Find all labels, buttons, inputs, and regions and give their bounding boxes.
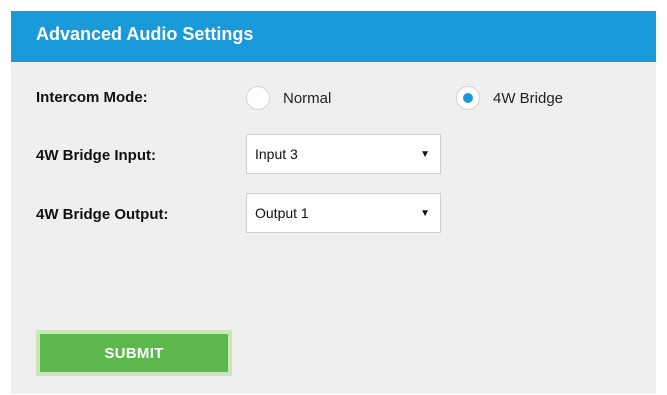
advanced-audio-settings-panel: Advanced Audio Settings Intercom Mode: N… (11, 11, 656, 394)
bridge-output-select[interactable]: Output 1 ▼ (246, 193, 441, 233)
bridge-output-label: 4W Bridge Output: (36, 206, 169, 223)
radio-4w-bridge-label[interactable]: 4W Bridge (493, 90, 563, 107)
panel-title: Advanced Audio Settings (11, 11, 656, 62)
radio-4w-bridge[interactable]: 4W Bridge (456, 86, 563, 110)
dropdown-caret-icon: ▼ (420, 148, 430, 160)
radio-4w-bridge-circle[interactable] (456, 86, 480, 110)
bridge-input-label: 4W Bridge Input: (36, 147, 156, 164)
bridge-input-select[interactable]: Input 3 ▼ (246, 134, 441, 174)
dropdown-caret-icon: ▼ (420, 207, 430, 219)
intercom-mode-label: Intercom Mode: (36, 89, 148, 106)
submit-button-frame: SUBMIT (36, 330, 232, 376)
submit-button[interactable]: SUBMIT (40, 334, 228, 372)
radio-normal-circle[interactable] (246, 86, 270, 110)
bridge-input-value: Input 3 (255, 146, 298, 162)
radio-normal-label[interactable]: Normal (283, 90, 331, 107)
bridge-output-value: Output 1 (255, 205, 309, 221)
radio-selected-dot (463, 93, 473, 103)
radio-normal[interactable]: Normal (246, 86, 331, 110)
